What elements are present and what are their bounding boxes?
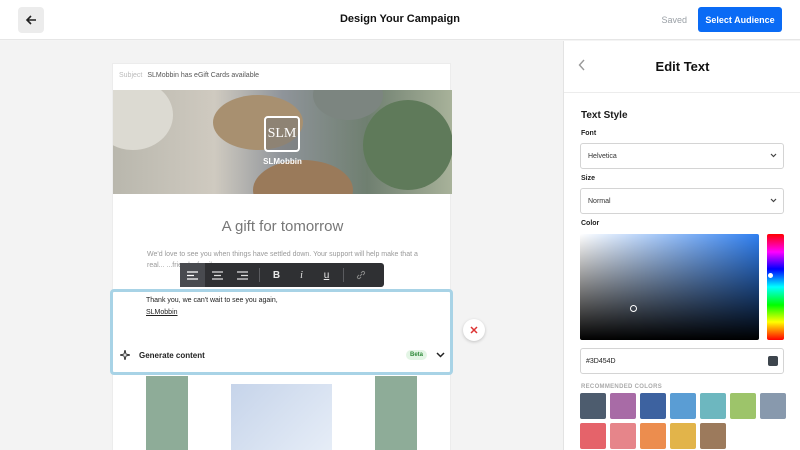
size-label: Size xyxy=(581,175,596,182)
color-swatch[interactable] xyxy=(580,423,606,449)
panel-header: Edit Text xyxy=(564,41,800,93)
font-select[interactable]: Helvetica xyxy=(580,143,784,169)
color-swatch[interactable] xyxy=(700,423,726,449)
underline-button[interactable]: u xyxy=(314,263,339,287)
link-icon xyxy=(356,270,365,280)
color-picker-area[interactable] xyxy=(580,234,759,340)
recommended-colors-grid xyxy=(580,393,786,449)
panel-title: Edit Text xyxy=(655,59,710,74)
chevron-down-icon xyxy=(770,153,777,158)
top-bar: Design Your Campaign Saved Select Audien… xyxy=(0,0,800,40)
color-swatch[interactable] xyxy=(640,393,666,419)
bold-button[interactable]: B xyxy=(264,263,289,287)
close-icon xyxy=(470,326,478,334)
align-left-button[interactable] xyxy=(180,263,205,287)
chevron-down-icon xyxy=(770,198,777,203)
delete-block-button[interactable] xyxy=(463,319,485,341)
edit-text-signature[interactable]: SLMobbin xyxy=(146,309,178,316)
select-audience-button[interactable]: Select Audience xyxy=(698,7,782,32)
hue-slider-handle[interactable] xyxy=(768,273,773,278)
link-button[interactable] xyxy=(348,263,373,287)
back-button[interactable] xyxy=(18,7,44,33)
generate-content-label: Generate content xyxy=(139,350,205,360)
toolbar-divider xyxy=(343,268,344,282)
beta-badge: Beta xyxy=(405,350,427,360)
text-edit-block[interactable]: Thank you, we can't wait to see you agai… xyxy=(110,289,453,375)
decorative-column-left xyxy=(146,376,188,450)
decorative-column-right xyxy=(375,376,417,450)
color-swatch[interactable] xyxy=(730,393,756,419)
color-swatch[interactable] xyxy=(610,423,636,449)
toolbar-divider xyxy=(259,268,260,282)
align-right-icon xyxy=(237,270,248,280)
subject-line[interactable]: Subject SLMobbin has eGift Cards availabl… xyxy=(119,72,259,79)
recommended-colors-label: RECOMMENDED COLORS xyxy=(581,384,663,390)
brand-logo: SLM xyxy=(264,116,300,152)
text-format-toolbar: B i u xyxy=(180,263,384,287)
hue-slider[interactable] xyxy=(767,234,784,340)
arrow-left-icon xyxy=(25,15,36,25)
italic-button[interactable]: i xyxy=(289,263,314,287)
color-swatch[interactable] xyxy=(640,423,666,449)
sparkle-icon xyxy=(120,350,130,360)
color-picker-handle[interactable] xyxy=(630,305,637,312)
edit-text-panel: Edit Text Text Style Font Helvetica Size… xyxy=(563,41,800,450)
size-select[interactable]: Normal xyxy=(580,188,784,214)
hex-color-value: #3D454D xyxy=(586,357,616,365)
email-canvas: Subject SLMobbin has eGift Cards availabl… xyxy=(0,41,563,450)
align-left-icon xyxy=(187,270,198,280)
color-swatch[interactable] xyxy=(580,393,606,419)
hex-color-input[interactable]: #3D454D xyxy=(580,348,784,374)
text-style-heading: Text Style xyxy=(581,110,628,121)
size-select-value: Normal xyxy=(588,197,611,205)
gift-card-image[interactable] xyxy=(231,384,332,450)
current-color-swatch xyxy=(768,356,778,366)
color-swatch[interactable] xyxy=(670,423,696,449)
brand-name: SLMobbin xyxy=(263,157,302,166)
font-label: Font xyxy=(581,130,597,137)
align-center-button[interactable] xyxy=(205,263,230,287)
color-swatch[interactable] xyxy=(670,393,696,419)
email-headline[interactable]: A gift for tomorrow xyxy=(113,218,452,235)
edit-text-line[interactable]: Thank you, we can't wait to see you agai… xyxy=(146,297,278,304)
color-swatch[interactable] xyxy=(760,393,786,419)
subject-text: SLMobbin has eGift Cards available xyxy=(147,72,260,79)
align-center-icon xyxy=(212,270,223,280)
generate-content-row[interactable]: Generate content Beta xyxy=(120,347,447,363)
color-swatch[interactable] xyxy=(610,393,636,419)
align-right-button[interactable] xyxy=(230,263,255,287)
color-swatch[interactable] xyxy=(700,393,726,419)
color-label: Color xyxy=(581,220,600,227)
hero-image[interactable]: SLM SLMobbin xyxy=(113,90,452,194)
subject-label: Subject xyxy=(119,72,143,79)
font-select-value: Helvetica xyxy=(588,152,617,160)
chevron-down-icon[interactable] xyxy=(436,352,445,358)
saved-status: Saved xyxy=(661,15,687,25)
